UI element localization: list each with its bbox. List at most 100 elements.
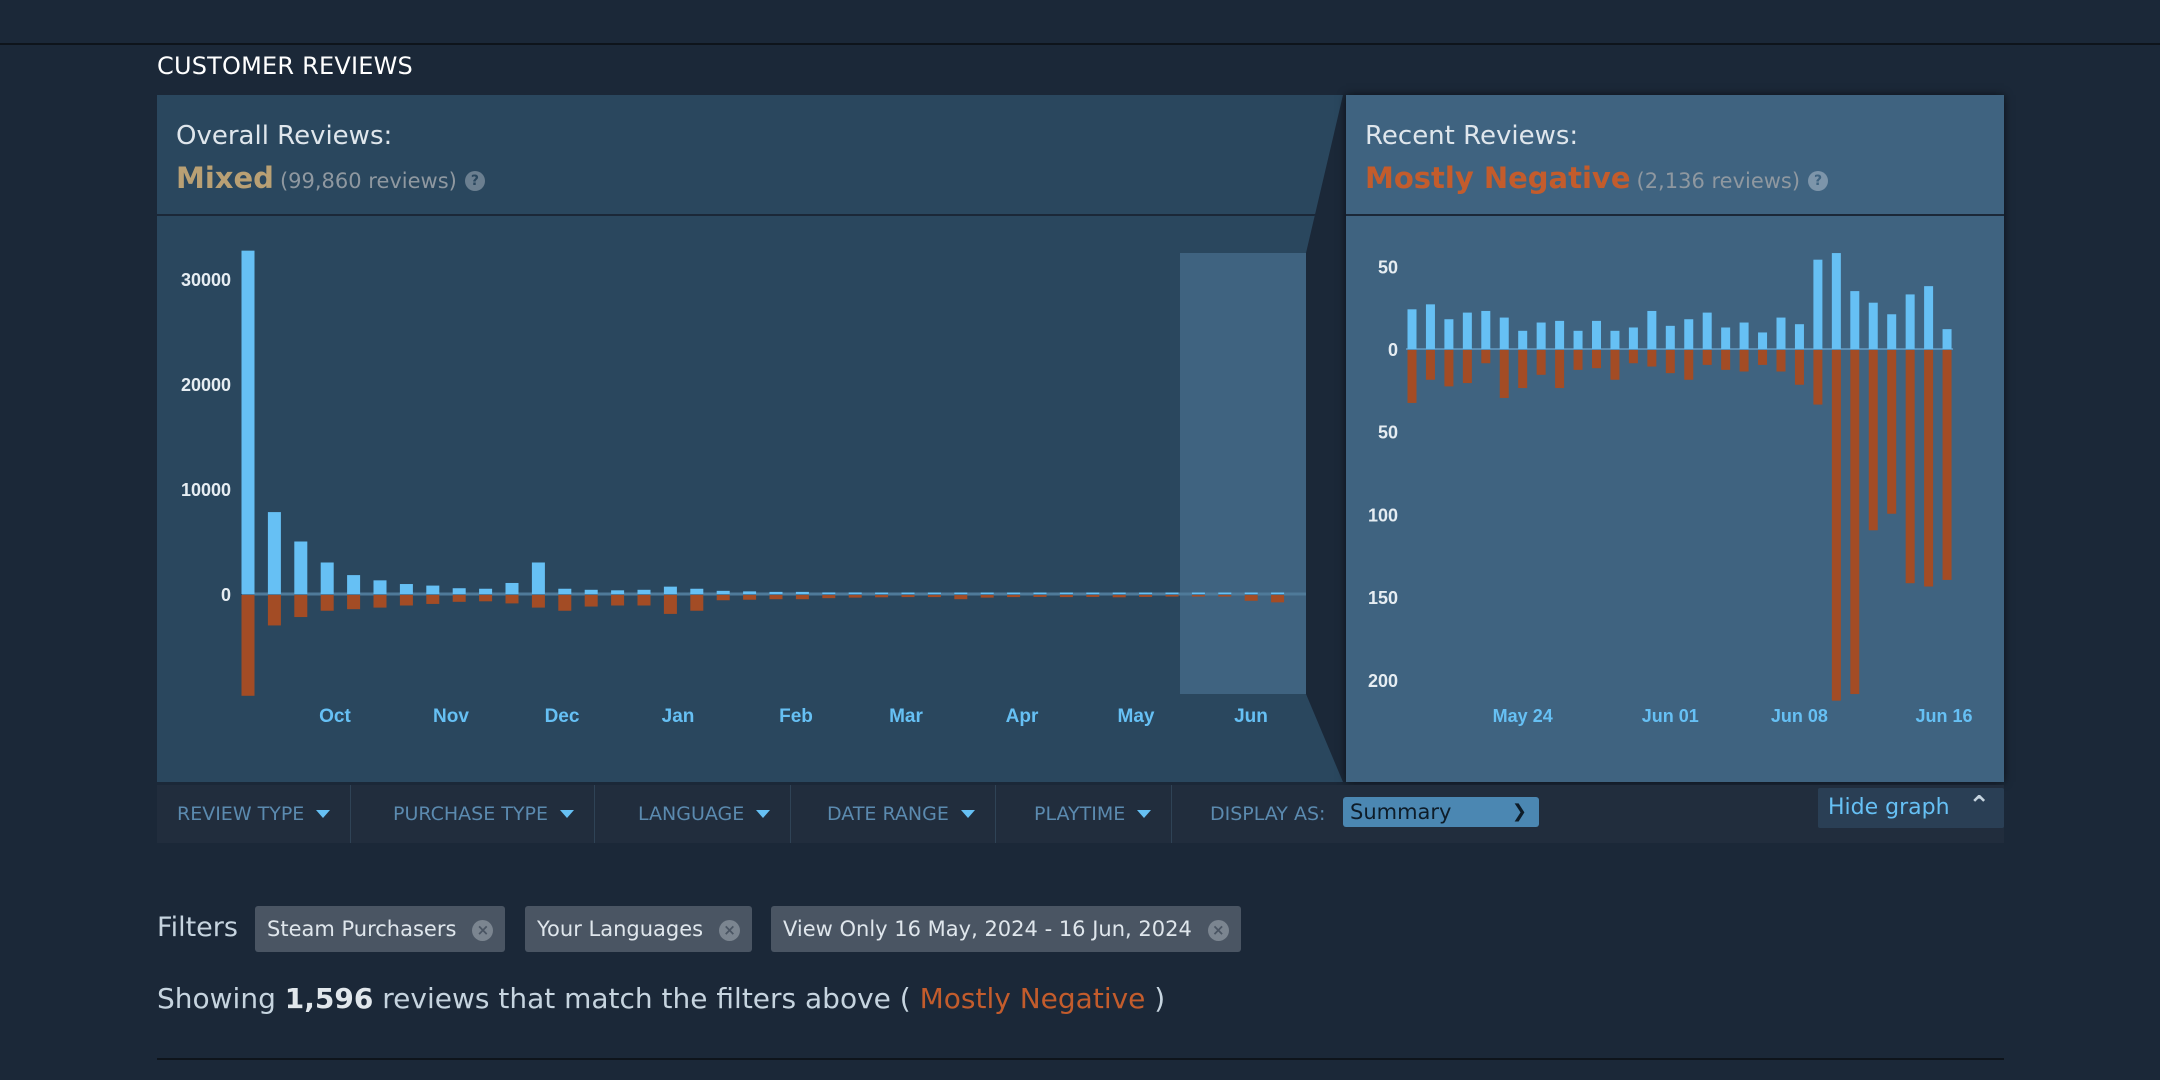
negative-bar xyxy=(1610,350,1620,380)
negative-bar xyxy=(347,595,361,610)
purchase-type-label: PURCHASE TYPE xyxy=(393,803,548,825)
negative-bar xyxy=(927,595,941,598)
positive-bar xyxy=(1684,319,1694,349)
section-title: CUSTOMER REVIEWS xyxy=(157,52,413,80)
negative-bar xyxy=(822,595,836,599)
x-tick-label: May xyxy=(1118,706,1155,727)
recent-chart[interactable]: 50 0 50 100 150 200 May 24 Jun 01 Jun 08 Jun 16 xyxy=(1346,95,2004,782)
negative-bar xyxy=(1271,595,1285,603)
positive-bar xyxy=(1407,309,1417,349)
x-tick-label: May 24 xyxy=(1493,706,1553,726)
positive-bar xyxy=(1628,327,1638,349)
negative-bar xyxy=(479,595,493,602)
positive-bar xyxy=(769,591,783,594)
remove-icon[interactable]: × xyxy=(472,920,494,941)
showing-prefix: Showing xyxy=(157,982,276,1015)
negative-bar xyxy=(1831,350,1841,701)
y-tick-label: 0 xyxy=(1388,340,1398,360)
negative-bar xyxy=(1850,350,1860,695)
date-range-dropdown[interactable]: DATE RANGE xyxy=(807,785,996,843)
positive-bar xyxy=(505,582,519,594)
negative-bar xyxy=(320,595,334,611)
negative-bar xyxy=(901,595,915,598)
negative-bar xyxy=(1425,350,1435,380)
positive-bar xyxy=(1647,310,1657,349)
negative-bar xyxy=(875,595,889,598)
positive-bar xyxy=(1665,325,1675,349)
overall-reviews-panel: Overall Reviews: Mixed (99,860 reviews)? … xyxy=(157,95,1343,782)
negative-bar xyxy=(637,595,651,606)
negative-bar xyxy=(1702,350,1712,365)
display-as-select[interactable]: Summary ❯ xyxy=(1343,797,1539,827)
positive-bar xyxy=(716,590,730,594)
negative-bar xyxy=(1059,595,1073,598)
negative-bar xyxy=(373,595,387,608)
negative-bar xyxy=(399,595,413,606)
negative-bar xyxy=(1499,350,1509,398)
positive-bar xyxy=(1165,592,1179,594)
x-tick-label: Dec xyxy=(545,706,580,727)
negative-bar xyxy=(1536,350,1546,375)
negative-bar xyxy=(1813,350,1823,405)
positive-bar xyxy=(1794,324,1804,349)
negative-bar xyxy=(690,595,704,611)
top-divider xyxy=(0,43,2160,45)
showing-suffix: ) xyxy=(1154,982,1166,1015)
filter-chip-date-range[interactable]: View Only 16 May, 2024 - 16 Jun, 2024 × xyxy=(771,906,1241,952)
negative-bar xyxy=(1739,350,1749,372)
positive-bar xyxy=(241,250,255,594)
language-dropdown[interactable]: LANGUAGE xyxy=(618,785,792,843)
negative-bar xyxy=(531,595,545,608)
positive-bar xyxy=(373,580,387,594)
negative-bar xyxy=(1139,595,1153,597)
positive-bar xyxy=(1481,310,1491,349)
remove-icon[interactable]: × xyxy=(1207,920,1229,941)
negative-bar xyxy=(1462,350,1472,384)
positive-bar xyxy=(927,592,941,594)
negative-bar xyxy=(611,595,625,606)
chip-label: Your Languages xyxy=(537,917,704,941)
negative-bar xyxy=(663,595,677,614)
positive-bar xyxy=(1758,332,1768,349)
positive-bar xyxy=(1499,317,1509,349)
negative-bar xyxy=(1776,350,1786,372)
y-tick-label: 0 xyxy=(221,585,231,605)
positive-bar xyxy=(320,562,334,594)
positive-bar xyxy=(1887,314,1897,349)
negative-bar xyxy=(769,595,783,600)
positive-bar xyxy=(1139,592,1153,594)
caret-down-icon xyxy=(316,810,331,818)
hide-graph-button[interactable]: Hide graph ⌃ xyxy=(1818,788,2004,828)
negative-bar xyxy=(1942,350,1952,580)
positive-bar xyxy=(1592,320,1601,349)
positive-bar xyxy=(452,588,466,594)
positive-bar xyxy=(347,575,361,594)
hide-graph-label: Hide graph xyxy=(1828,795,1950,820)
purchase-type-dropdown[interactable]: PURCHASE TYPE xyxy=(373,785,595,843)
positive-bar xyxy=(1033,592,1047,594)
negative-bar xyxy=(1444,350,1454,387)
positive-bar xyxy=(426,585,440,594)
overall-chart[interactable]: 30000 20000 10000 0 Oct Nov Dec Jan Feb Mar Apr May… xyxy=(157,95,1343,782)
positive-bar xyxy=(1086,592,1100,594)
positive-bar xyxy=(1573,330,1583,349)
negative-bar xyxy=(1407,350,1417,403)
positive-bar xyxy=(611,590,625,594)
negative-bar xyxy=(426,595,440,604)
y-tick-label: 50 xyxy=(1378,423,1398,443)
filter-chip-steam-purchasers[interactable]: Steam Purchasers × xyxy=(255,906,506,952)
remove-icon[interactable]: × xyxy=(719,920,741,941)
x-tick-label: Jun xyxy=(1234,706,1268,727)
y-tick-label: 20000 xyxy=(181,375,231,395)
negative-bar xyxy=(1887,350,1897,514)
y-tick-label: 10000 xyxy=(181,480,231,500)
positive-bar xyxy=(1850,291,1860,349)
negative-bar xyxy=(1007,595,1021,598)
review-type-dropdown[interactable]: REVIEW TYPE xyxy=(157,785,352,843)
negative-bar xyxy=(1165,595,1179,597)
positive-bar xyxy=(294,541,308,594)
playtime-dropdown[interactable]: PLAYTIME xyxy=(1014,785,1173,843)
caret-down-icon xyxy=(960,810,975,818)
negative-bar xyxy=(505,595,519,604)
filter-chip-your-languages[interactable]: Your Languages × xyxy=(525,906,753,952)
